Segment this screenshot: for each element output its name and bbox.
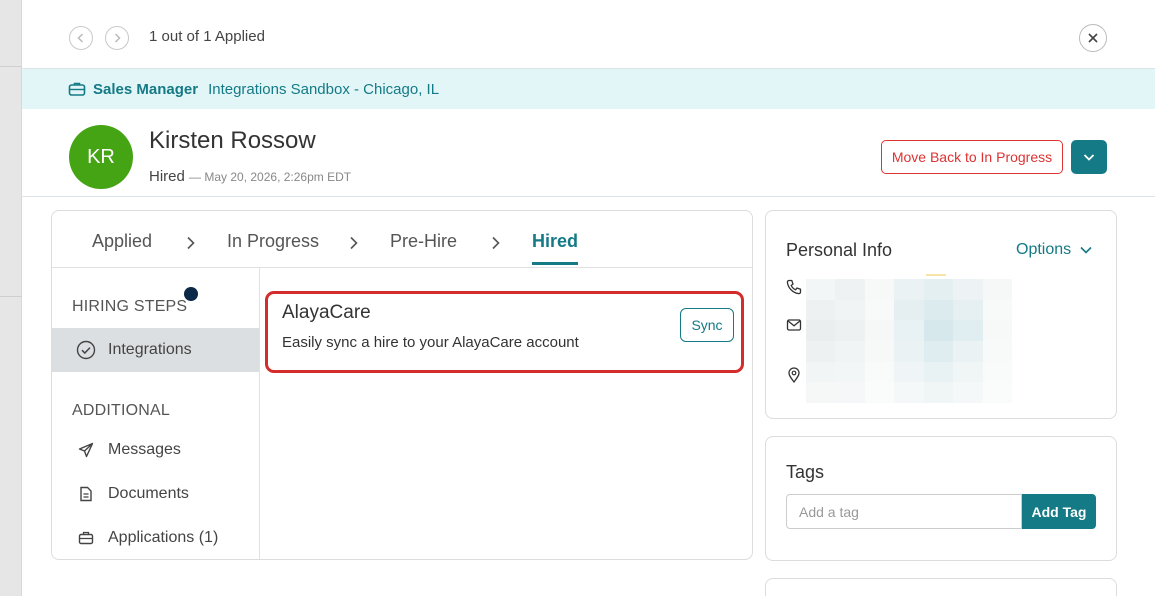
redaction-mark <box>926 274 946 276</box>
sidebar-item-documents[interactable]: Documents <box>52 472 259 516</box>
more-actions-button[interactable] <box>1071 140 1107 174</box>
additional-heading: ADDITIONAL <box>72 402 171 419</box>
job-title-link[interactable]: Sales Manager <box>93 81 198 98</box>
tab-pre-hire[interactable]: Pre-Hire <box>390 231 457 252</box>
top-nav: 1 out of 1 Applied <box>22 0 1155 69</box>
sidebar-item-label: Messages <box>108 441 181 458</box>
candidate-name: Kirsten Rossow <box>149 127 316 154</box>
chevron-down-icon <box>1083 154 1095 161</box>
job-banner: Sales Manager Integrations Sandbox - Chi… <box>22 69 1155 109</box>
notification-dot <box>184 287 198 301</box>
status-timestamp: — May 20, 2026, 2:26pm EDT <box>189 170 352 184</box>
stage-tabs: Applied In Progress Pre-Hire Hired <box>52 211 752 268</box>
integration-card: AlayaCare Easily sync a hire to your Ala… <box>265 291 744 373</box>
previous-button[interactable] <box>69 26 93 50</box>
job-location-link[interactable]: Integrations Sandbox - Chicago, IL <box>208 81 439 98</box>
sidebar-item-label: Applications (1) <box>108 529 219 546</box>
options-dropdown[interactable]: Options <box>1016 241 1093 259</box>
chevron-right-icon <box>114 33 121 43</box>
briefcase-icon <box>76 528 96 548</box>
candidate-status: Hired — May 20, 2026, 2:26pm EDT <box>149 168 351 185</box>
check-circle-icon <box>76 340 96 360</box>
chevron-left-icon <box>77 33 84 43</box>
tab-hired[interactable]: Hired <box>532 231 579 265</box>
document-icon <box>76 484 96 504</box>
sidebar-item-label: Integrations <box>108 341 192 358</box>
candidate-panel: 1 out of 1 Applied Sales Manager Integra… <box>22 0 1155 596</box>
candidate-header: KR Kirsten Rossow Hired — May 20, 2026, … <box>22 109 1155 197</box>
hiring-steps-heading: HIRING STEPS <box>72 298 188 315</box>
tags-card: Tags Add Tag <box>765 436 1117 561</box>
hiring-sidebar: HIRING STEPS Integrations ADDITIONAL Mes… <box>52 268 260 559</box>
location-pin-icon <box>788 367 800 383</box>
sidebar-item-integrations[interactable]: Integrations <box>52 328 259 372</box>
tags-title: Tags <box>786 462 825 482</box>
sidebar-item-label: Documents <box>108 485 189 502</box>
hiring-card: Applied In Progress Pre-Hire Hired HIRIN… <box>51 210 753 560</box>
applicant-counter: 1 out of 1 Applied <box>149 28 265 45</box>
integration-name: AlayaCare <box>282 302 371 323</box>
chevron-right-icon <box>187 236 195 250</box>
options-label: Options <box>1016 241 1072 258</box>
sync-button[interactable]: Sync <box>680 308 734 342</box>
chevron-down-icon <box>1080 246 1092 254</box>
move-back-button[interactable]: Move Back to In Progress <box>881 140 1063 174</box>
personal-info-title: Personal Info <box>786 240 893 260</box>
close-icon <box>1088 33 1098 43</box>
integration-description: Easily sync a hire to your AlayaCare acc… <box>282 334 579 351</box>
background-divider <box>0 296 22 297</box>
paper-plane-icon <box>76 440 96 460</box>
tag-input[interactable] <box>786 494 1022 529</box>
sidebar-item-messages[interactable]: Messages <box>52 428 259 472</box>
tab-applied[interactable]: Applied <box>92 231 152 252</box>
background-page <box>0 0 22 596</box>
tab-in-progress[interactable]: In Progress <box>227 231 319 252</box>
sidebar-item-applications[interactable]: Applications (1) <box>52 516 259 559</box>
close-button[interactable] <box>1079 24 1107 52</box>
add-tag-button[interactable]: Add Tag <box>1022 494 1096 529</box>
redacted-contact-details <box>806 279 1012 403</box>
status-label: Hired <box>149 168 185 185</box>
chevron-right-icon <box>492 236 500 250</box>
personal-info-card: Personal Info Options <box>765 210 1117 419</box>
briefcase-icon <box>68 82 86 96</box>
chevron-right-icon <box>350 236 358 250</box>
next-button[interactable] <box>105 26 129 50</box>
avatar: KR <box>69 125 133 189</box>
background-divider <box>0 66 22 67</box>
email-icon <box>786 319 802 331</box>
collapsed-card <box>765 578 1117 596</box>
phone-icon <box>786 279 802 295</box>
